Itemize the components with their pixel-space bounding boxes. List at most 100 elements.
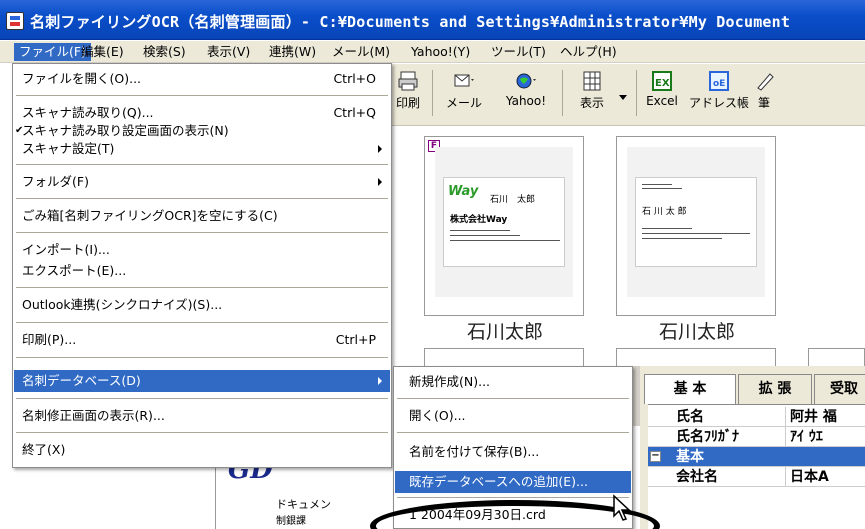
menu-item-print[interactable]: 印刷(P)... Ctrl+P <box>14 329 390 351</box>
excel-button[interactable]: EX Excel <box>642 70 682 108</box>
card-name: 石川太郎 <box>658 321 735 343</box>
menu-item-empty-trash[interactable]: ごみ箱[名刺ファイリングOCR]を空にする(C) <box>14 205 390 227</box>
card-item[interactable] <box>616 348 776 366</box>
tab-basic[interactable]: 基 本 <box>644 374 736 404</box>
file-menu: ファイルを開く(O)... Ctrl+O スキャナ読み取り(Q)... Ctrl… <box>12 63 392 468</box>
menu-item-import[interactable]: インポート(I)... <box>14 239 390 261</box>
menu-separator <box>16 432 388 433</box>
view-button[interactable]: 表示 <box>570 70 614 111</box>
menu-separator <box>16 164 388 165</box>
submenu-item-add-existing[interactable]: 既存データベースへの追加(E)... <box>395 471 631 493</box>
menu-item-scanner-settings[interactable]: スキャナ設定(T) <box>14 138 390 160</box>
pen-label: 筆 <box>757 96 770 110</box>
submenu-item-save-as[interactable]: 名前を付けて保存(B)... <box>395 441 631 463</box>
menu-item-outlook-sync[interactable]: Outlook連携(シンクロナイズ)(S)... <box>14 294 390 316</box>
window-title: 名刺ファイリングOCR（名刺管理画面）- C:¥Documents and Se… <box>30 13 791 31</box>
menu-separator <box>16 287 388 288</box>
menu-item-card-database[interactable]: 名刺データベース(D) <box>14 370 390 392</box>
menu-item-exit[interactable]: 終了(X) <box>14 439 390 461</box>
menu-mail[interactable]: メール(M) <box>327 43 395 61</box>
card-text-line <box>450 230 510 231</box>
menu-separator <box>397 432 629 433</box>
mouse-cursor-icon <box>613 494 631 521</box>
menu-help[interactable]: ヘルプ(H) <box>555 43 622 61</box>
address-book-icon: oE <box>709 71 729 91</box>
menu-item-label: スキャナ読み取り設定画面の表示(N) <box>22 123 229 138</box>
menu-separator <box>16 198 388 199</box>
menu-item-label: ファイルを開く(O)... <box>22 71 142 86</box>
card-text-line <box>642 184 672 185</box>
card-item[interactable] <box>424 348 584 366</box>
tab-received[interactable]: 受取 <box>814 374 865 404</box>
collapse-icon[interactable]: − <box>650 451 661 462</box>
menu-item-shortcut: Ctrl+P <box>335 332 376 347</box>
menu-item-label: 名刺データベース(D) <box>22 373 141 388</box>
tab-extended[interactable]: 拡 張 <box>738 374 812 404</box>
menu-separator <box>16 357 388 358</box>
property-row[interactable]: 会社名 日本A <box>648 467 865 487</box>
property-value: ｱｲ ｳｴ <box>790 429 823 445</box>
menu-item-label: スキャナ設定(T) <box>22 141 115 156</box>
menu-item-folder[interactable]: フォルダ(F) <box>14 171 390 193</box>
property-value: 阿井 福 <box>790 409 837 425</box>
card-text-line <box>642 238 722 239</box>
menu-search[interactable]: 検索(S) <box>138 43 191 61</box>
pen-icon <box>757 73 774 91</box>
toolbar: 印刷 メール Yahoo! 表示 EX Excel oE アドレス帳 筆 <box>390 64 865 126</box>
addressbook-button[interactable]: oE アドレス帳 <box>682 70 756 111</box>
menu-edit[interactable]: 編集(E) <box>76 43 129 61</box>
menu-item-card-edit-view[interactable]: 名刺修正画面の表示(R)... <box>14 405 390 427</box>
doc-sub-label: 制銀課 <box>276 516 306 527</box>
submenu-item-open[interactable]: 開く(O)... <box>395 405 631 427</box>
mail-button[interactable]: メール <box>438 70 490 111</box>
card-database-submenu: 新規作成(N)... 開く(O)... 名前を付けて保存(B)... 既存データ… <box>393 366 633 529</box>
menu-item-label: 名刺修正画面の表示(R)... <box>22 408 165 423</box>
card-person: 石 川 太 郎 <box>642 207 687 217</box>
menu-yahoo[interactable]: Yahoo!(Y) <box>406 43 475 61</box>
menu-separator <box>16 95 388 96</box>
app-icon[interactable] <box>6 12 24 30</box>
menu-bar: ファイル(F) 編集(E) 検索(S) 表示(V) 連携(W) メール(M) Y… <box>0 41 865 63</box>
menu-tools[interactable]: ツール(T) <box>486 43 551 61</box>
menu-item-open-file[interactable]: ファイルを開く(O)... Ctrl+O <box>14 68 390 90</box>
print-label: 印刷 <box>395 96 420 110</box>
submenu-item-recent-1[interactable]: 1 2004年09月30日.crd <box>395 504 631 526</box>
property-group-row[interactable]: − 基本 <box>648 447 865 467</box>
property-key: 会社名 <box>676 467 786 487</box>
card-item[interactable] <box>808 348 865 366</box>
property-key: 氏名 <box>676 407 786 427</box>
menu-separator <box>16 322 388 323</box>
submenu-arrow-icon <box>378 178 382 186</box>
view-dropdown-arrow[interactable] <box>616 90 630 104</box>
menu-item-label: ごみ箱[名刺ファイリングOCR]を空にする(C) <box>22 208 278 223</box>
excel-label: Excel <box>646 94 678 108</box>
printer-icon <box>398 71 418 91</box>
property-table: 氏名 阿井 福 氏名ﾌﾘｶﾞﾅ ｱｲ ｳｴ − 基本 会社名 日本A <box>648 404 865 529</box>
property-row[interactable]: 氏名 阿井 福 <box>648 407 865 427</box>
menu-separator <box>16 398 388 399</box>
card-thumbnail: Way 石川 太郎 株式会社Way <box>435 147 573 297</box>
card-item[interactable]: F Way 石川 太郎 株式会社Way 石川太郎 <box>424 136 584 343</box>
property-row[interactable]: 氏名ﾌﾘｶﾞﾅ ｱｲ ｳｴ <box>648 427 865 447</box>
submenu-item-new[interactable]: 新規作成(N)... <box>395 371 631 393</box>
yahoo-label: Yahoo! <box>505 94 547 108</box>
submenu-arrow-icon <box>378 145 382 153</box>
yahoo-button[interactable]: Yahoo! <box>498 70 554 108</box>
menu-view[interactable]: 表示(V) <box>202 43 255 61</box>
addressbook-label: アドレス帳 <box>688 96 749 110</box>
menu-link[interactable]: 連携(W) <box>264 43 321 61</box>
pen-button[interactable]: 筆 <box>754 70 774 111</box>
toolbar-separator <box>562 70 563 116</box>
print-button[interactable]: 印刷 <box>390 70 426 111</box>
view-label: 表示 <box>579 96 604 110</box>
card-text-line <box>450 240 560 241</box>
card-item[interactable]: 石 川 太 郎 石川太郎 <box>616 136 776 343</box>
menu-item-shortcut: Ctrl+O <box>333 71 376 86</box>
doc-label: ドキュメン <box>276 498 331 511</box>
menu-item-label: 印刷(P)... <box>22 332 77 347</box>
scrollbar[interactable] <box>633 366 640 426</box>
menu-item-export[interactable]: エクスポート(E)... <box>14 260 390 282</box>
toolbar-separator <box>432 70 433 116</box>
card-text-line <box>642 228 692 229</box>
menu-item-label: Outlook連携(シンクロナイズ)(S)... <box>22 297 223 312</box>
